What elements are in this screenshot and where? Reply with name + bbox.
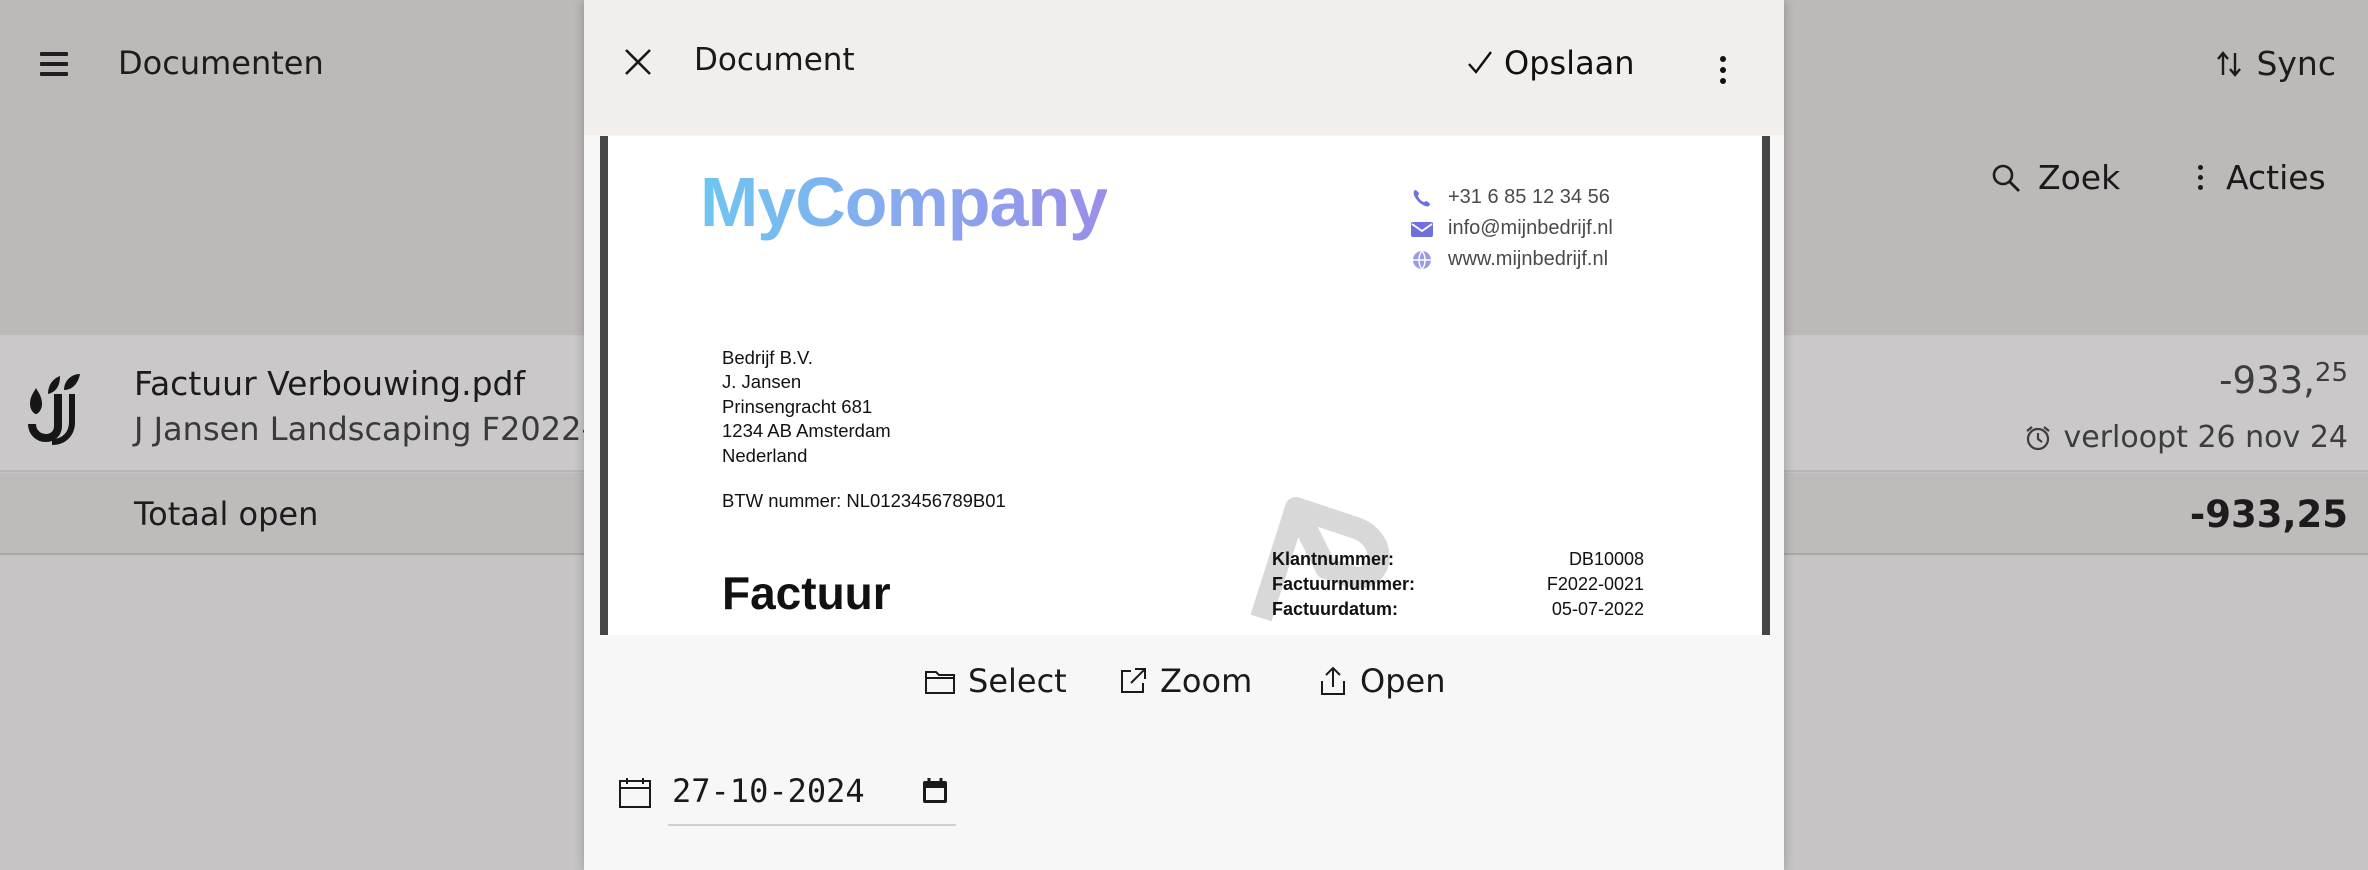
meta-value: 05-07-2022 xyxy=(1551,599,1644,619)
phone-icon xyxy=(1413,189,1430,206)
select-label: Select xyxy=(968,662,1067,700)
date-field[interactable]: 27-10-2024 xyxy=(668,758,956,826)
date-value[interactable]: 27-10-2024 xyxy=(672,772,865,810)
document-heading: Factuur xyxy=(722,567,891,619)
amount-cents: 25 xyxy=(2314,358,2348,388)
btw-number: BTW nummer: NL0123456789B01 xyxy=(722,490,1006,511)
globe-icon xyxy=(1413,250,1431,270)
alarm-clock-icon xyxy=(2025,425,2050,450)
sync-button[interactable]: Sync xyxy=(2216,44,2336,83)
mail-icon xyxy=(1411,221,1433,237)
document-actions: Select Zoom Open xyxy=(584,636,1784,736)
company-logo-icon xyxy=(28,374,80,445)
folder-icon xyxy=(925,671,955,694)
document-title: Factuur Verbouwing.pdf xyxy=(134,364,526,403)
meta-key: Factuurnummer: xyxy=(1272,574,1416,594)
contact-web: www.mijnbedrijf.nl xyxy=(1410,248,1608,271)
meta-key: Klantnummer: xyxy=(1272,549,1395,569)
dialog-header: Document Opslaan xyxy=(584,0,1784,135)
due-date: verloopt 26 nov 24 xyxy=(2024,420,2348,455)
document-amount: -933,25 xyxy=(2219,358,2348,402)
dialog-title: Document xyxy=(694,42,855,78)
sync-label: Sync xyxy=(2256,44,2336,83)
open-button[interactable]: Open xyxy=(1318,662,1445,700)
actions-button[interactable]: Acties xyxy=(2196,158,2326,197)
sync-arrows-icon xyxy=(2217,50,2242,77)
address-line: 1234 AB Amsterdam xyxy=(722,420,891,442)
search-icon xyxy=(1992,164,2020,192)
save-label: Opslaan xyxy=(1504,44,1635,82)
zoom-label: Zoom xyxy=(1160,662,1253,700)
meta-value: F2022-0021 xyxy=(1546,574,1644,594)
document-preview[interactable]: MyCompany +31 6 85 12 34 56 info@mijnbed… xyxy=(600,136,1770,635)
calendar-picker-icon[interactable] xyxy=(920,776,950,806)
document-dialog: Document Opslaan MyCompany +31 6 85 12 3… xyxy=(584,0,1784,870)
email-text: info@mijnbedrijf.nl xyxy=(1448,217,1613,239)
total-label: Totaal open xyxy=(134,495,319,533)
checkmark-icon xyxy=(1468,51,1492,74)
due-label: verloopt 26 nov 24 xyxy=(2063,420,2348,455)
more-vertical-icon xyxy=(2196,165,2204,190)
meta-key: Factuurdatum: xyxy=(1272,599,1398,619)
actions-label: Acties xyxy=(2226,158,2326,197)
more-vertical-icon[interactable] xyxy=(1720,56,1726,89)
web-text: www.mijnbedrijf.nl xyxy=(1448,248,1609,270)
save-button[interactable]: Opslaan xyxy=(1466,44,1635,82)
page-title: Documenten xyxy=(118,44,324,82)
zoom-button[interactable]: Zoom xyxy=(1118,662,1252,700)
contact-email: info@mijnbedrijf.nl xyxy=(1410,217,1613,240)
address-line: Nederland xyxy=(722,444,808,466)
document-subtitle: J Jansen Landscaping F2022-0 xyxy=(134,410,614,448)
address-line: Prinsengracht 681 xyxy=(722,395,873,417)
contact-phone: +31 6 85 12 34 56 xyxy=(1410,186,1610,209)
document-company-logo: MyCompany xyxy=(700,163,1108,241)
select-button[interactable]: Select xyxy=(924,662,1067,700)
address-line: Bedrijf B.V. xyxy=(722,347,813,368)
phone-text: +31 6 85 12 34 56 xyxy=(1448,186,1610,208)
total-amount: -933,25 xyxy=(2189,493,2348,536)
share-upload-icon xyxy=(1321,666,1345,695)
close-icon[interactable] xyxy=(620,44,656,80)
search-button[interactable]: Zoek xyxy=(1990,158,2120,197)
calendar-icon xyxy=(619,778,651,808)
menu-icon[interactable] xyxy=(40,52,70,76)
open-label: Open xyxy=(1360,662,1446,700)
external-link-icon xyxy=(1121,668,1146,693)
amount-main: -933, xyxy=(2219,359,2315,402)
recipient-address: Bedrijf B.V. J. Jansen Prinsengracht 681… xyxy=(722,346,891,468)
search-label: Zoek xyxy=(2038,158,2121,197)
address-line: J. Jansen xyxy=(722,371,802,393)
meta-value: DB10008 xyxy=(1568,549,1644,569)
